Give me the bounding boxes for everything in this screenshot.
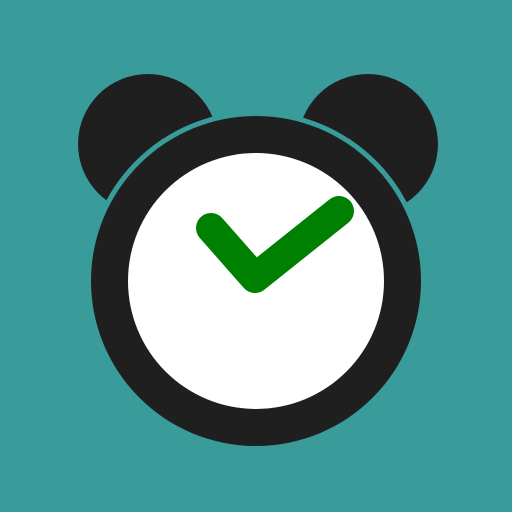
alarm-clock-check-icon <box>0 0 512 512</box>
alarm-clock-app-icon <box>0 0 512 512</box>
